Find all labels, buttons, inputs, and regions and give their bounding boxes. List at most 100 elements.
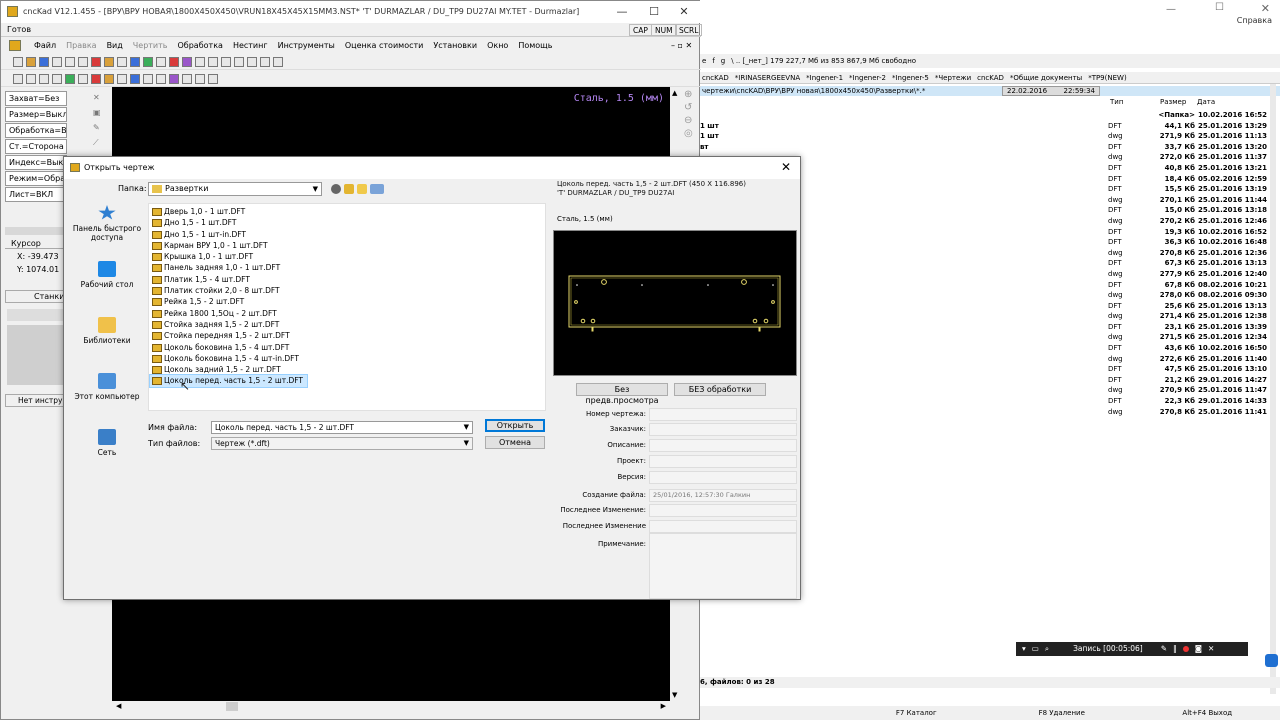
folder-tab[interactable]: *TP9(NEW)	[1088, 74, 1127, 82]
file-item[interactable]: Цоколь боковина 1,5 - 4 шт-in.DFT	[150, 353, 303, 364]
scale-icon[interactable]	[78, 73, 88, 84]
help-label[interactable]: Справка	[1237, 16, 1272, 25]
fkey-f8[interactable]: F8 Удаление	[989, 706, 1135, 720]
chevron-down-icon[interactable]: ▼	[464, 422, 469, 433]
property-field[interactable]	[649, 408, 797, 421]
nest-icon[interactable]	[130, 56, 140, 67]
menu-item[interactable]: Помощь	[513, 41, 557, 50]
menu-item[interactable]: Обработка	[173, 41, 228, 50]
background-scrollbar[interactable]	[1270, 84, 1276, 694]
place-network[interactable]: Сеть	[68, 429, 146, 479]
mirror-icon[interactable]	[65, 73, 75, 84]
explode-icon[interactable]	[195, 73, 205, 84]
dropdown-icon[interactable]: ▾	[1022, 642, 1026, 656]
col-date[interactable]: Дата	[1197, 98, 1215, 106]
table-row[interactable]: вт DFT 33,7 Кб 25.01.2016 13:20	[698, 142, 1280, 153]
tool-strip-icon[interactable]: ✕	[93, 93, 107, 102]
file-item[interactable]: Цоколь перед. часть 1,5 - 2 шт.DFT	[148, 374, 309, 388]
no-processing-button[interactable]: БЕЗ обработки	[674, 383, 766, 396]
arc-icon[interactable]	[208, 56, 218, 67]
no-preview-button[interactable]: Без предв.просмотра	[576, 383, 668, 405]
dialog-close-icon[interactable]: ✕	[778, 159, 794, 175]
open-icon[interactable]	[26, 56, 36, 67]
fillet-icon[interactable]	[156, 73, 166, 84]
zoom-icon[interactable]	[117, 56, 127, 67]
save-icon[interactable]	[39, 56, 49, 67]
nc-icon[interactable]	[169, 56, 179, 67]
place-quick-access[interactable]: Панель быстрого доступа	[68, 205, 146, 255]
folder-tab[interactable]: *Ingener-2	[849, 74, 886, 82]
col-size[interactable]: Размер	[1160, 98, 1186, 106]
filename-input[interactable]: Цоколь перед. часть 1,5 - 2 шт.DFT ▼	[211, 421, 473, 434]
filetype-select[interactable]: Чертеж (*.dft) ▼	[211, 437, 473, 450]
property-field[interactable]	[649, 423, 797, 436]
star-icon[interactable]	[273, 56, 283, 67]
minimize-icon[interactable]: —	[1166, 4, 1176, 15]
property-field[interactable]	[649, 439, 797, 452]
window-icon[interactable]: ▭	[1032, 642, 1039, 656]
scroll-down-icon[interactable]: ▼	[672, 691, 677, 699]
pause-icon[interactable]: ‖	[1173, 642, 1177, 656]
property-field[interactable]	[649, 504, 797, 517]
menu-item[interactable]: Установки	[428, 41, 482, 50]
folder-tab[interactable]: *IRINASERGEEVNA	[735, 74, 800, 82]
join-icon[interactable]	[208, 73, 218, 84]
print-icon[interactable]	[52, 56, 62, 67]
line-icon[interactable]	[195, 56, 205, 67]
place-this-pc[interactable]: Этот компьютер	[68, 373, 146, 423]
minimize-icon[interactable]: —	[607, 1, 637, 23]
file-item[interactable]: Карман ВРУ 1,0 - 1 шт.DFT	[150, 240, 272, 251]
folder-tab[interactable]: *Общие документы	[1010, 74, 1082, 82]
undo-view-icon[interactable]: ↺	[684, 102, 698, 113]
mdi-controls[interactable]: – ▫ ✕	[671, 41, 692, 50]
teamviewer-icon[interactable]	[1265, 654, 1278, 667]
folder-tab[interactable]: *Ingener-5	[892, 74, 929, 82]
undo-icon[interactable]	[65, 56, 75, 67]
copy-icon[interactable]	[39, 73, 49, 84]
chamfer-icon[interactable]	[169, 73, 179, 84]
scroll-left-icon[interactable]: ◀	[116, 702, 121, 710]
menu-item[interactable]: Окно	[482, 41, 513, 50]
new-icon[interactable]	[13, 56, 23, 67]
offset-icon[interactable]	[182, 73, 192, 84]
file-item[interactable]: Дно 1,5 - 1 шт-in.DFT	[150, 229, 250, 240]
panel-status-item[interactable]: Захват=Без	[5, 91, 67, 106]
place-libraries[interactable]: Библиотеки	[68, 317, 146, 367]
delete-icon[interactable]	[91, 73, 101, 84]
file-item[interactable]: Рейка 1800 1,5Оц - 2 шт.DFT	[150, 308, 281, 319]
cost-icon[interactable]	[143, 56, 153, 67]
scroll-up-icon[interactable]: ▲	[672, 89, 677, 97]
zoom-icon[interactable]: ⌕	[1045, 642, 1049, 656]
menu-item[interactable]: Инструменты	[273, 41, 340, 50]
property-field[interactable]	[649, 471, 797, 484]
folder-tab[interactable]: *Чертежи	[935, 74, 971, 82]
grid-icon[interactable]	[156, 56, 166, 67]
menu-item[interactable]: Вид	[102, 41, 128, 50]
punch-icon[interactable]	[104, 56, 114, 67]
file-item[interactable]: Цоколь боковина 1,5 - 4 шт.DFT	[150, 342, 293, 353]
rotate-icon[interactable]	[52, 73, 62, 84]
scroll-right-icon[interactable]: ▶	[661, 702, 666, 710]
drive-e[interactable]: e	[702, 57, 706, 65]
maximize-icon[interactable]: ☐	[1215, 2, 1224, 13]
chevron-down-icon[interactable]: ▼	[464, 438, 469, 449]
folder-tab[interactable]: cncKAD	[702, 74, 729, 82]
zoom-in-icon[interactable]: ⊕	[684, 89, 698, 100]
close-icon[interactable]: ✕	[1208, 642, 1214, 656]
tool-strip-icon[interactable]: ▣	[93, 108, 107, 117]
file-item[interactable]: Рейка 1,5 - 2 шт.DFT	[150, 296, 248, 307]
folder-tab[interactable]: *Ingener-1	[806, 74, 843, 82]
new-folder-icon[interactable]	[357, 184, 367, 194]
property-field[interactable]	[649, 455, 797, 468]
zoom-out-icon[interactable]: ⊖	[684, 115, 698, 126]
rect-icon[interactable]	[234, 56, 244, 67]
view-menu-icon[interactable]	[370, 184, 384, 194]
panel-status-item[interactable]: Размер=Выкл.	[5, 107, 67, 122]
property-field[interactable]: 25/01/2016, 12:57:30 Галкин	[649, 489, 797, 502]
menu-item[interactable]: Нестинг	[228, 41, 273, 50]
file-item[interactable]: Цоколь задний 1,5 - 2 шт.DFT	[150, 364, 285, 375]
panel-splitter[interactable]	[5, 227, 67, 235]
table-row[interactable]: <Папка> 10.02.2016 16:52	[698, 110, 1280, 121]
pen-icon[interactable]: ✎	[1161, 642, 1167, 656]
place-desktop[interactable]: Рабочий стол	[68, 261, 146, 311]
